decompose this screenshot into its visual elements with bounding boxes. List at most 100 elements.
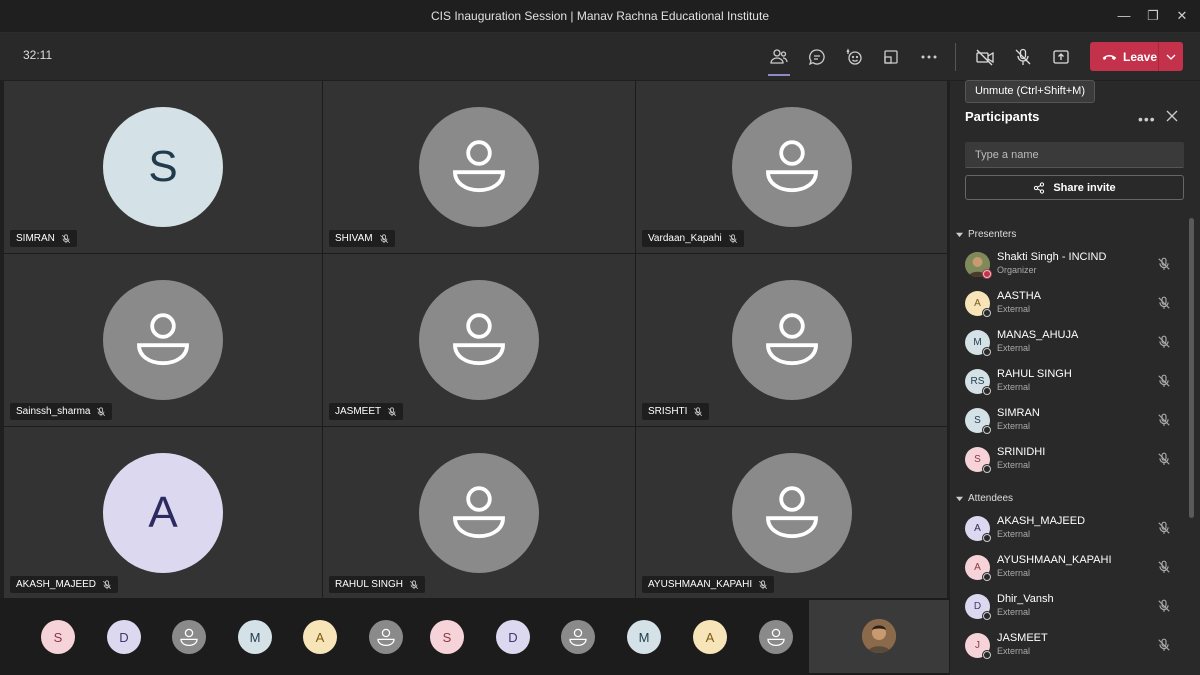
participant-avatar: S — [103, 107, 223, 227]
participant-name: RAHUL SINGH — [997, 368, 1072, 380]
strip-avatar[interactable] — [561, 620, 595, 654]
close-window-icon[interactable]: ✕ — [1172, 6, 1192, 26]
video-tile[interactable]: RAHUL SINGH — [323, 427, 635, 599]
participant-row[interactable]: A AYUSHMAAN_KAPAHI External — [965, 550, 1185, 586]
mic-muted-icon — [1157, 599, 1171, 613]
participant-row[interactable]: RS RAHUL SINGH External — [965, 364, 1185, 400]
mic-muted-icon — [409, 579, 419, 590]
participant-row[interactable]: S SRINIDHI External — [965, 442, 1185, 478]
close-panel-icon[interactable] — [1165, 109, 1179, 123]
participant-name-tag: AKASH_MAJEED — [10, 576, 119, 593]
person-icon — [764, 625, 788, 649]
participant-role: External — [997, 607, 1031, 617]
strip-avatar[interactable]: S — [41, 620, 75, 654]
attendees-section-header[interactable]: Attendees — [956, 493, 1013, 504]
participant-name-tag: SIMRAN — [10, 230, 77, 247]
participant-row[interactable]: Shakti Singh - INCIND Organizer — [965, 247, 1185, 283]
participant-avatar — [731, 280, 852, 400]
strip-avatar[interactable]: S — [430, 620, 464, 654]
avatar-initial: D — [973, 601, 982, 612]
avatar-initial: J — [975, 640, 980, 651]
camera-off-icon[interactable] — [972, 44, 998, 70]
participant-name: Shakti Singh - INCIND — [997, 251, 1107, 263]
mic-muted-icon — [1157, 374, 1171, 388]
rooms-icon[interactable] — [878, 44, 904, 70]
participant-avatar — [103, 280, 223, 400]
leave-main[interactable]: Leave — [1090, 42, 1158, 71]
minimize-icon[interactable]: — — [1114, 6, 1134, 26]
person-icon — [756, 302, 828, 379]
strip-avatar[interactable]: A — [303, 620, 337, 654]
strip-avatar[interactable]: M — [238, 620, 272, 654]
more-actions-icon[interactable] — [916, 44, 942, 70]
participant-role: External — [997, 529, 1031, 539]
strip-avatar[interactable]: D — [496, 620, 530, 654]
video-tile[interactable]: SHIVAM — [323, 81, 635, 253]
participant-name: Vardaan_Kapahi — [648, 233, 722, 244]
share-tray-icon[interactable] — [1048, 44, 1074, 70]
participant-name: SRINIDHI — [997, 446, 1046, 458]
mic-muted-icon — [387, 406, 397, 417]
participant-name: AYUSHMAAN_KAPAHI — [648, 579, 753, 590]
participant-avatar: A — [103, 453, 223, 573]
avatar-initial: A — [974, 562, 981, 573]
participants-icon[interactable] — [766, 44, 792, 76]
strip-avatar[interactable] — [759, 620, 793, 654]
participant-role: External — [997, 421, 1031, 431]
strip-avatar[interactable]: A — [693, 620, 727, 654]
participant-avatar: M — [965, 330, 992, 357]
panel-more-icon[interactable]: ••• — [1138, 111, 1156, 127]
participant-avatar — [965, 252, 992, 279]
video-tile[interactable]: Vardaan_Kapahi — [636, 81, 947, 253]
participant-strip: SDMASDMA — [0, 598, 950, 675]
mic-muted-icon — [1157, 452, 1171, 466]
participant-role: External — [997, 382, 1031, 392]
participant-row[interactable]: M MANAS_AHUJA External — [965, 325, 1185, 361]
strip-avatar[interactable] — [172, 620, 206, 654]
participant-name-tag: SHIVAM — [329, 230, 395, 247]
person-icon — [127, 302, 199, 379]
participant-row[interactable]: S SIMRAN External — [965, 403, 1185, 439]
participant-avatar: S — [965, 408, 992, 435]
video-tile[interactable]: JASMEET — [323, 254, 635, 426]
presence-status-icon — [982, 308, 992, 318]
video-tile[interactable]: Sainssh_sharma — [4, 254, 322, 426]
mic-muted-icon — [1157, 296, 1171, 310]
video-tile[interactable]: AYUSHMAAN_KAPAHI — [636, 427, 947, 599]
participants-panel: Participants ••• Share invite Presenters… — [950, 81, 1200, 675]
avatar-initial: S — [974, 454, 981, 465]
participant-name: Dhir_Vansh — [997, 593, 1054, 605]
strip-avatar[interactable]: D — [107, 620, 141, 654]
participant-row[interactable]: A AKASH_MAJEED External — [965, 511, 1185, 547]
person-icon — [374, 625, 398, 649]
share-invite-button[interactable]: Share invite — [965, 175, 1184, 200]
chat-icon[interactable] — [804, 44, 830, 70]
presenters-section-header[interactable]: Presenters — [956, 229, 1016, 240]
reactions-icon[interactable] — [841, 44, 867, 70]
leave-button[interactable]: Leave — [1090, 42, 1183, 71]
strip-avatar[interactable]: M — [627, 620, 661, 654]
participant-row[interactable]: A AASTHA External — [965, 286, 1185, 322]
participant-avatar: A — [965, 291, 992, 318]
search-participants-input[interactable] — [965, 142, 1184, 168]
video-tile[interactable]: SRISHTI — [636, 254, 947, 426]
self-video-tile[interactable] — [809, 600, 949, 673]
chevron-down-icon — [956, 496, 963, 502]
participant-name: SIMRAN — [997, 407, 1040, 419]
participant-name: AKASH_MAJEED — [997, 515, 1086, 527]
person-icon — [177, 625, 201, 649]
participant-role: External — [997, 304, 1031, 314]
participant-avatar: S — [965, 447, 992, 474]
participant-row[interactable]: D Dhir_Vansh External — [965, 589, 1185, 625]
video-tile[interactable]: A AKASH_MAJEED — [4, 427, 322, 599]
microphone-muted-icon[interactable] — [1010, 44, 1036, 70]
panel-scrollbar[interactable] — [1189, 218, 1194, 518]
leave-options-button[interactable] — [1158, 42, 1183, 71]
presence-status-icon — [982, 464, 992, 474]
mic-muted-icon — [1157, 521, 1171, 535]
restore-icon[interactable]: ❐ — [1143, 6, 1163, 26]
video-tile[interactable]: S SIMRAN — [4, 81, 322, 253]
participant-row[interactable]: J JASMEET External — [965, 628, 1185, 664]
presence-status-icon — [982, 347, 992, 357]
strip-avatar[interactable] — [369, 620, 403, 654]
